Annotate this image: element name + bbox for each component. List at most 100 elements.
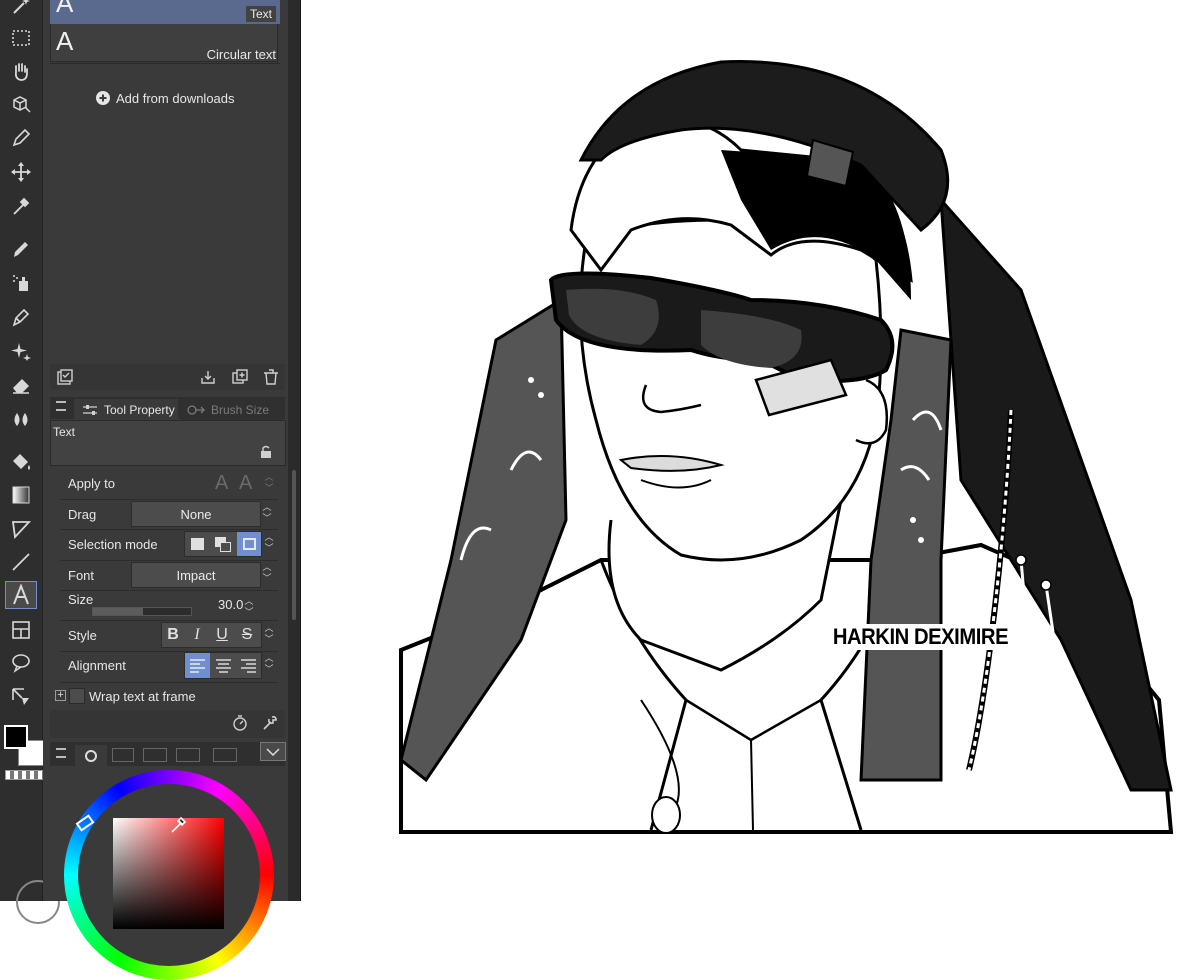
- subtool-settings-icon[interactable]: [55, 367, 75, 387]
- alignment-spinner[interactable]: ︿ ﹀: [262, 653, 276, 679]
- lock-icon[interactable]: [259, 445, 273, 459]
- transparent-color-swatch[interactable]: [5, 770, 45, 780]
- selection-mode-label: Selection mode: [68, 537, 158, 552]
- selection-mode-add-icon[interactable]: [213, 535, 233, 553]
- selection-mode-spinner[interactable]: ︿ ﹀: [262, 532, 276, 558]
- subtool-label: Circular text: [206, 47, 276, 62]
- apply-to-label: Apply to: [68, 476, 115, 491]
- tab-intermediate-color[interactable]: [213, 748, 237, 762]
- add-from-downloads-label: Add from downloads: [116, 90, 235, 106]
- plus-circle-icon: [96, 91, 110, 105]
- fill-tool-icon[interactable]: [5, 448, 37, 476]
- collapse-chevron-icon[interactable]: [260, 742, 286, 761]
- trash-icon[interactable]: [261, 367, 281, 387]
- tool-palette: [0, 0, 60, 924]
- eyedropper-cursor-icon: [171, 816, 186, 833]
- size-slider[interactable]: [92, 607, 192, 616]
- sparkle-tool-icon[interactable]: [5, 337, 37, 365]
- tool-name: Text: [53, 425, 76, 439]
- panel-menu-icon[interactable]: [56, 748, 66, 758]
- divider: [60, 682, 278, 683]
- align-left-icon[interactable]: [185, 653, 210, 678]
- eraser-tool-icon[interactable]: [5, 371, 37, 399]
- panel-scrollbar[interactable]: [292, 470, 296, 620]
- text-layer[interactable]: HARKIN DEXIMIRE: [831, 624, 1010, 650]
- bold-button[interactable]: B: [163, 625, 183, 645]
- expand-icon[interactable]: +: [55, 690, 66, 701]
- brush-size-icon: [187, 404, 205, 415]
- drag-value: None: [180, 506, 212, 522]
- sliders-icon: [83, 404, 97, 415]
- align-right-icon[interactable]: [236, 653, 261, 678]
- drag-label: Drag: [68, 507, 97, 522]
- artwork-illustration: [399, 60, 1174, 834]
- speech-balloon-tool-icon[interactable]: [5, 649, 37, 677]
- airbrush-tool-icon[interactable]: [5, 269, 37, 297]
- tab-approx-color[interactable]: [176, 748, 200, 762]
- text-tool-icon[interactable]: [5, 581, 37, 609]
- tab-label: Tool Property: [104, 402, 175, 417]
- tab-color-set[interactable]: [112, 748, 134, 762]
- correct-line-tool-icon[interactable]: [5, 683, 37, 711]
- decoration-tool-icon[interactable]: [5, 303, 37, 331]
- move-tool-icon[interactable]: [5, 158, 37, 186]
- text-glyph-icon: A: [56, 26, 74, 56]
- tab-color-slider[interactable]: [143, 748, 167, 762]
- size-spinner[interactable]: ︿ ﹀: [242, 596, 256, 617]
- tab-tool-property[interactable]: Tool Property: [74, 399, 178, 420]
- color-wheel-tab-icon: [85, 749, 97, 762]
- line-tool-icon[interactable]: [5, 548, 37, 576]
- drag-select[interactable]: None: [131, 501, 261, 527]
- tab-brush-size[interactable]: Brush Size: [181, 399, 283, 420]
- selection-mode-new-icon[interactable]: [191, 538, 204, 550]
- divider: [60, 590, 278, 591]
- duplicate-icon[interactable]: [230, 367, 250, 387]
- gradient-tool-icon[interactable]: [5, 481, 37, 509]
- align-center-icon[interactable]: [211, 653, 236, 678]
- divider: [60, 560, 278, 561]
- size-value[interactable]: 30.0: [218, 597, 243, 612]
- wrench-icon[interactable]: [260, 713, 280, 733]
- pen-brush-tool-icon[interactable]: [5, 235, 37, 263]
- divider: [60, 620, 278, 621]
- eyedropper-tool-icon[interactable]: [5, 192, 37, 220]
- pen-tool-icon[interactable]: [5, 124, 37, 152]
- selection-tool-icon[interactable]: [5, 24, 37, 52]
- underline-button[interactable]: U: [212, 625, 232, 645]
- divider: [50, 63, 280, 64]
- object-tool-icon[interactable]: [5, 90, 37, 118]
- wrap-text-label: Wrap text at frame: [89, 689, 196, 704]
- magic-wand-tool-icon[interactable]: [5, 0, 37, 20]
- frame-border-tool-icon[interactable]: [5, 616, 37, 644]
- hand-tool-icon[interactable]: [5, 57, 37, 85]
- apply-to-text-icon[interactable]: A: [215, 472, 228, 495]
- panel-menu-icon[interactable]: [56, 401, 66, 411]
- subtool-item-circular-text[interactable]: A Circular text: [50, 24, 280, 62]
- saturation-value-square[interactable]: [113, 818, 224, 929]
- apply-to-text-plus-icon[interactable]: A: [239, 472, 252, 495]
- font-select[interactable]: Impact: [131, 562, 261, 588]
- wrap-text-checkbox[interactable]: [69, 688, 85, 704]
- main-color-swatch[interactable]: [4, 725, 28, 749]
- subtool-item-text[interactable]: A Text: [50, 0, 280, 24]
- style-label: Style: [68, 628, 97, 643]
- strikethrough-button[interactable]: S: [237, 625, 257, 645]
- drag-spinner[interactable]: ︿ ﹀: [260, 502, 274, 528]
- divider: [60, 499, 278, 500]
- tab-color-wheel[interactable]: [75, 745, 107, 766]
- figure-tool-icon[interactable]: [5, 515, 37, 543]
- font-spinner[interactable]: ︿ ﹀: [260, 562, 274, 588]
- alignment-label: Alignment: [68, 658, 126, 673]
- blend-tool-icon[interactable]: [5, 405, 37, 433]
- tab-label: Brush Size: [211, 402, 270, 417]
- canvas[interactable]: HARKIN DEXIMIRE: [301, 0, 1200, 901]
- apply-to-spinner[interactable]: ︿ ﹀: [262, 472, 276, 498]
- initial-settings-icon[interactable]: [230, 713, 250, 733]
- add-from-downloads-button[interactable]: Add from downloads: [96, 89, 235, 107]
- selection-mode-selected-icon[interactable]: [237, 532, 261, 556]
- font-value: Impact: [176, 567, 216, 583]
- italic-button[interactable]: I: [187, 625, 207, 645]
- import-icon[interactable]: [198, 367, 218, 387]
- tool-preview-box: Text: [50, 420, 286, 466]
- style-spinner[interactable]: ︿ ﹀: [262, 623, 276, 649]
